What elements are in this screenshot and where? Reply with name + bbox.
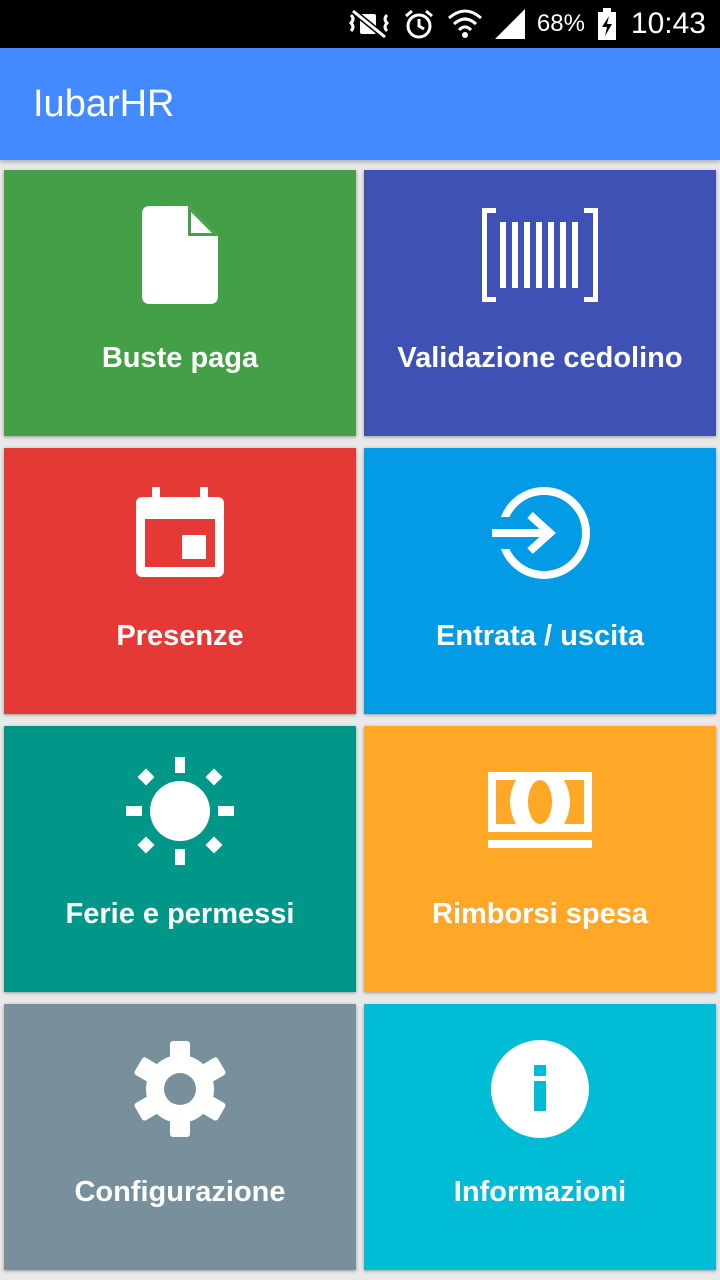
- app-title: IubarHR: [33, 82, 175, 125]
- tile-label: Ferie e permessi: [65, 898, 295, 930]
- info-icon: [364, 1034, 716, 1144]
- tile-rimborsi-spesa[interactable]: Rimborsi spesa: [364, 726, 716, 992]
- tile-informazioni[interactable]: Informazioni: [364, 1004, 716, 1270]
- signal-icon: [494, 9, 525, 39]
- sun-icon: [4, 756, 356, 866]
- barcode-scan-icon: [364, 200, 716, 310]
- alarm-icon: [403, 8, 435, 40]
- app-bar: IubarHR: [0, 48, 720, 160]
- tile-label: Entrata / uscita: [436, 620, 644, 652]
- tile-label: Buste paga: [101, 342, 259, 374]
- mute-icon: [347, 9, 391, 39]
- money-icon: [364, 756, 716, 866]
- tile-label: Rimborsi spesa: [432, 898, 648, 930]
- status-bar: 68% 10:43: [0, 0, 720, 48]
- gear-icon: [4, 1034, 356, 1144]
- battery-charging-icon: [597, 8, 617, 40]
- tile-ferie-permessi[interactable]: Ferie e permessi: [4, 726, 356, 992]
- clock: 10:43: [630, 7, 706, 40]
- tile-configurazione[interactable]: Configurazione: [4, 1004, 356, 1270]
- tile-validazione-cedolino[interactable]: Validazione cedolino: [364, 170, 716, 436]
- document-icon: [4, 200, 356, 310]
- tile-entrata-uscita[interactable]: Entrata / uscita: [364, 448, 716, 714]
- calendar-icon: [4, 478, 356, 588]
- tile-label: Configurazione: [74, 1176, 286, 1208]
- enter-icon: [364, 478, 716, 588]
- tile-presenze[interactable]: Presenze: [4, 448, 356, 714]
- wifi-icon: [447, 8, 483, 40]
- tile-label: Presenze: [116, 620, 244, 652]
- battery-percent: 68%: [536, 10, 585, 37]
- tile-label: Validazione cedolino: [397, 342, 683, 374]
- tile-label: Informazioni: [453, 1176, 627, 1208]
- tile-buste-paga[interactable]: Buste paga: [4, 170, 356, 436]
